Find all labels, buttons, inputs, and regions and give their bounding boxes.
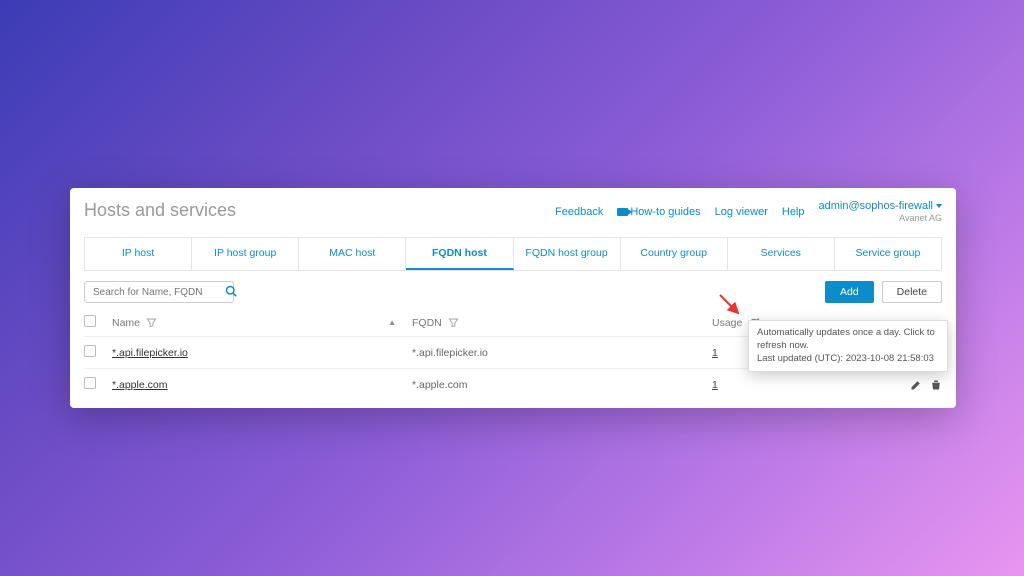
row-fqdn: *.api.filepicker.io — [412, 347, 712, 359]
feedback-link[interactable]: Feedback — [555, 206, 603, 218]
search-icon[interactable] — [225, 285, 237, 299]
user-menu: admin@sophos-firewall — [819, 200, 943, 212]
tab-ip-host[interactable]: IP host — [85, 238, 192, 270]
row-usage[interactable]: 1 — [712, 347, 718, 359]
row-checkbox[interactable] — [84, 377, 96, 389]
howto-link[interactable]: How-to guides — [617, 206, 700, 218]
toolbar-buttons: Add Delete — [825, 281, 942, 303]
search-input[interactable] — [93, 287, 225, 298]
org-label: Avanet AG — [819, 213, 943, 223]
col-name[interactable]: Name ▲ — [112, 317, 412, 329]
row-name-link[interactable]: *.api.filepicker.io — [112, 347, 188, 359]
toolbar: Add Delete — [70, 281, 956, 311]
row-usage[interactable]: 1 — [712, 379, 718, 391]
tab-fqdn-host-group[interactable]: FQDN host group — [514, 238, 621, 270]
filter-icon[interactable] — [448, 317, 459, 328]
tab-fqdn-host[interactable]: FQDN host — [406, 238, 513, 270]
select-all-checkbox[interactable] — [84, 315, 96, 327]
user-block[interactable]: admin@sophos-firewall Avanet AG — [819, 200, 943, 223]
delete-icon[interactable] — [930, 379, 942, 391]
howto-label: How-to guides — [630, 206, 700, 218]
tabs: IP host IP host group MAC host FQDN host… — [84, 237, 942, 271]
row-actions — [882, 379, 942, 391]
tab-mac-host[interactable]: MAC host — [299, 238, 406, 270]
annotation-arrow — [718, 293, 744, 319]
video-icon — [617, 208, 628, 216]
filter-icon[interactable] — [146, 317, 157, 328]
chevron-down-icon — [936, 204, 942, 208]
edit-icon[interactable] — [910, 379, 922, 391]
panel-header: Hosts and services Feedback How-to guide… — [70, 188, 956, 231]
tab-ip-host-group[interactable]: IP host group — [192, 238, 299, 270]
main-panel: Hosts and services Feedback How-to guide… — [70, 188, 956, 408]
row-fqdn: *.apple.com — [412, 379, 712, 391]
log-viewer-link[interactable]: Log viewer — [715, 206, 768, 218]
tooltip-line1: Automatically updates once a day. Click … — [757, 327, 939, 353]
row-name-link[interactable]: *.apple.com — [112, 379, 167, 391]
tab-country-group[interactable]: Country group — [621, 238, 728, 270]
add-button[interactable]: Add — [825, 281, 874, 303]
delete-button[interactable]: Delete — [882, 281, 942, 303]
user-label: admin@sophos-firewall — [819, 200, 934, 212]
sort-asc-icon[interactable]: ▲ — [388, 318, 412, 327]
col-fqdn-label: FQDN — [412, 317, 442, 329]
top-links: Feedback How-to guides Log viewer Help a… — [555, 200, 942, 223]
col-fqdn[interactable]: FQDN — [412, 317, 712, 329]
tab-services[interactable]: Services — [728, 238, 835, 270]
col-name-label: Name — [112, 317, 140, 329]
tab-service-group[interactable]: Service group — [835, 238, 941, 270]
usage-refresh-tooltip: Automatically updates once a day. Click … — [748, 320, 948, 372]
search-box[interactable] — [84, 281, 234, 303]
help-link[interactable]: Help — [782, 206, 805, 218]
row-checkbox[interactable] — [84, 345, 96, 357]
page-title: Hosts and services — [84, 200, 236, 221]
table-row: *.apple.com *.apple.com 1 — [84, 369, 942, 400]
tooltip-line2: Last updated (UTC): 2023-10-08 21:58:03 — [757, 353, 939, 366]
